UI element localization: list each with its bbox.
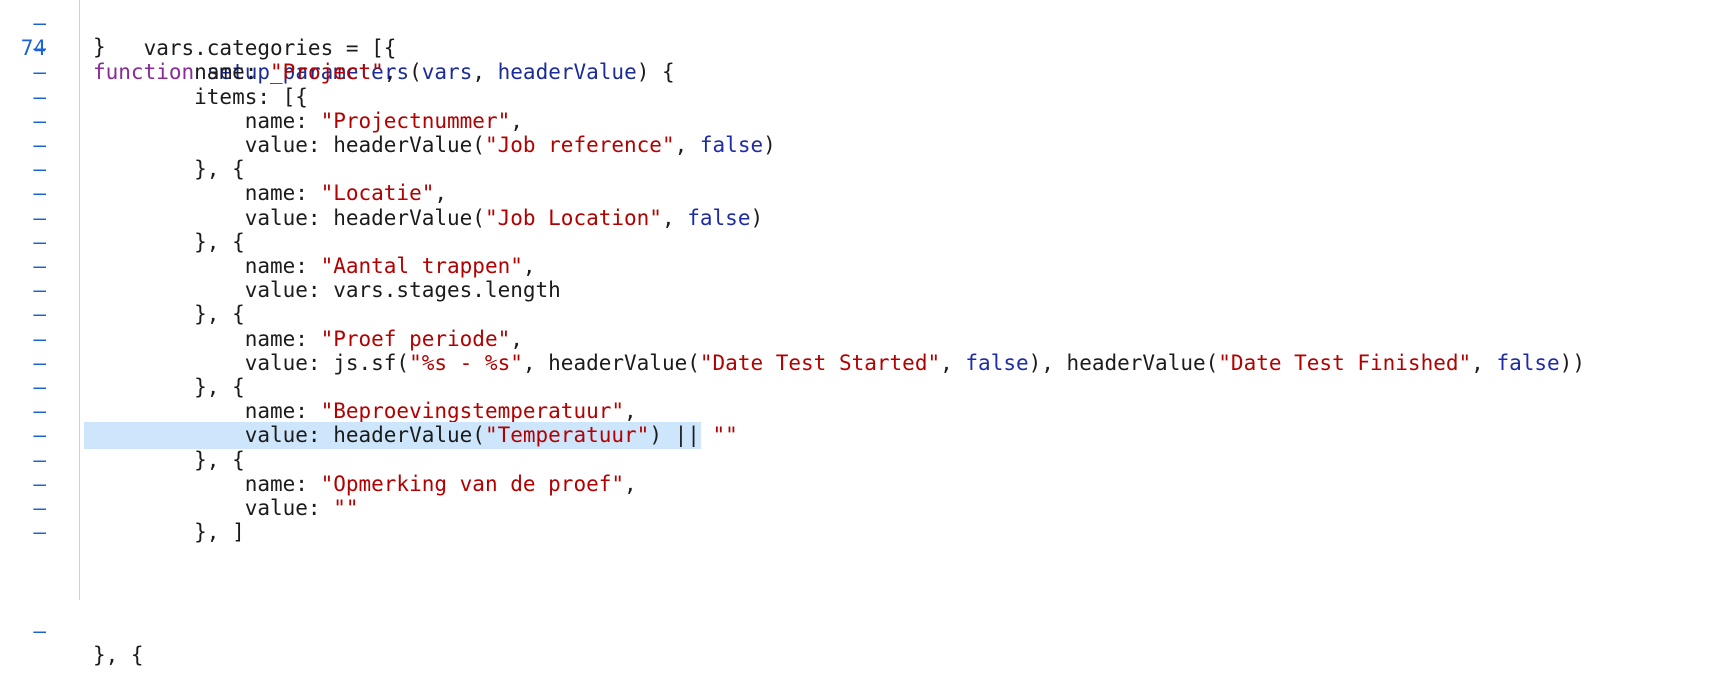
code-line[interactable]: – }, { bbox=[0, 374, 1720, 401]
line-marker: – bbox=[33, 133, 46, 157]
code-line[interactable]: – }, { bbox=[0, 447, 1720, 474]
code-text: vars.categories = [{ bbox=[93, 36, 397, 61]
code-line[interactable]: – value: vars.stages.length bbox=[0, 277, 1720, 304]
line-marker: – bbox=[33, 254, 46, 278]
code-line[interactable]: – value: headerValue("Job Location", fal… bbox=[0, 205, 1720, 232]
line-marker: – bbox=[33, 375, 46, 399]
code-line[interactable]: – }, { bbox=[0, 301, 1720, 328]
code-line[interactable]: – name: "Project", bbox=[0, 59, 1720, 86]
code-editor[interactable]: – } 74 function setup_parameters(vars, h… bbox=[0, 0, 1720, 667]
code-line[interactable]: 74 function setup_parameters(vars, heade… bbox=[0, 11, 1720, 84]
code-line[interactable]: – value: "" bbox=[0, 495, 1720, 522]
line-marker: – bbox=[33, 471, 46, 496]
line-marker: – bbox=[33, 84, 46, 109]
line-marker: – bbox=[33, 423, 46, 448]
line-marker: – bbox=[33, 619, 46, 643]
code-line[interactable]: – }, { bbox=[0, 156, 1720, 183]
line-marker: – bbox=[33, 496, 46, 520]
code-line[interactable]: – name: "Opmerking van de proef", bbox=[0, 471, 1720, 498]
code-text: }, { bbox=[93, 375, 245, 399]
code-text: }, { bbox=[93, 229, 245, 254]
code-text: name: "Locatie", bbox=[93, 181, 448, 206]
code-line[interactable]: – value: js.sf("%s - %s", headerValue("D… bbox=[0, 350, 1720, 377]
code-text: value: headerValue("Job Location", false… bbox=[93, 205, 764, 230]
code-text: name: "Projectnummer", bbox=[93, 108, 523, 133]
code-text: }, { bbox=[93, 643, 144, 667]
line-marker: – bbox=[33, 278, 46, 303]
code-text: value: "" bbox=[93, 496, 359, 520]
code-line[interactable]: – value: headerValue("Job reference", fa… bbox=[0, 132, 1720, 159]
code-line[interactable]: – }, ] bbox=[0, 519, 1720, 546]
code-text: name: "Beproevingstemperatuur", bbox=[93, 399, 637, 424]
code-line-partial-bottom: – }, { bbox=[0, 594, 1720, 667]
code-line[interactable]: – name: "Projectnummer", bbox=[0, 108, 1720, 135]
code-text: items: [{ bbox=[93, 84, 308, 109]
line-marker: – bbox=[33, 229, 46, 254]
line-marker: – bbox=[33, 181, 46, 206]
code-text: }, { bbox=[93, 447, 245, 472]
line-marker: – bbox=[33, 60, 46, 85]
code-text: name: "Proef periode", bbox=[93, 326, 523, 351]
line-marker: – bbox=[33, 36, 46, 61]
line-marker: – bbox=[33, 205, 46, 230]
code-text: value: vars.stages.length bbox=[93, 278, 561, 303]
code-line[interactable]: – }, { bbox=[0, 229, 1720, 256]
code-line[interactable]: – name: "Locatie", bbox=[0, 180, 1720, 207]
code-text: }, { bbox=[93, 157, 245, 182]
line-marker: – bbox=[33, 447, 46, 472]
code-line-highlighted[interactable]: – value: headerValue("Temperatuur") || "… bbox=[0, 422, 1720, 449]
code-text: value: headerValue("Job reference", fals… bbox=[93, 133, 776, 157]
code-line[interactable]: – vars.categories = [{ bbox=[0, 35, 1720, 62]
code-line[interactable]: – name: "Aantal trappen", bbox=[0, 253, 1720, 280]
code-line[interactable]: – name: "Proef periode", bbox=[0, 326, 1720, 353]
code-text: value: js.sf("%s - %s", headerValue("Dat… bbox=[93, 350, 1585, 375]
code-text: }, ] bbox=[93, 520, 245, 545]
line-marker: – bbox=[33, 326, 46, 351]
code-text: name: "Opmerking van de proef", bbox=[93, 471, 637, 496]
line-marker: – bbox=[33, 350, 46, 375]
code-text: name: "Aantal trappen", bbox=[93, 254, 536, 278]
code-line[interactable]: – name: "Beproevingstemperatuur", bbox=[0, 398, 1720, 425]
code-text: }, { bbox=[93, 302, 245, 327]
line-marker: – bbox=[33, 157, 46, 182]
code-text: name: "Project", bbox=[93, 60, 397, 85]
line-marker: – bbox=[33, 302, 46, 327]
code-text: value: headerValue("Temperatuur") || "" bbox=[93, 423, 738, 448]
code-line[interactable]: – items: [{ bbox=[0, 84, 1720, 111]
line-marker: – bbox=[33, 520, 46, 545]
line-marker: – bbox=[33, 399, 46, 424]
line-marker: – bbox=[33, 108, 46, 133]
